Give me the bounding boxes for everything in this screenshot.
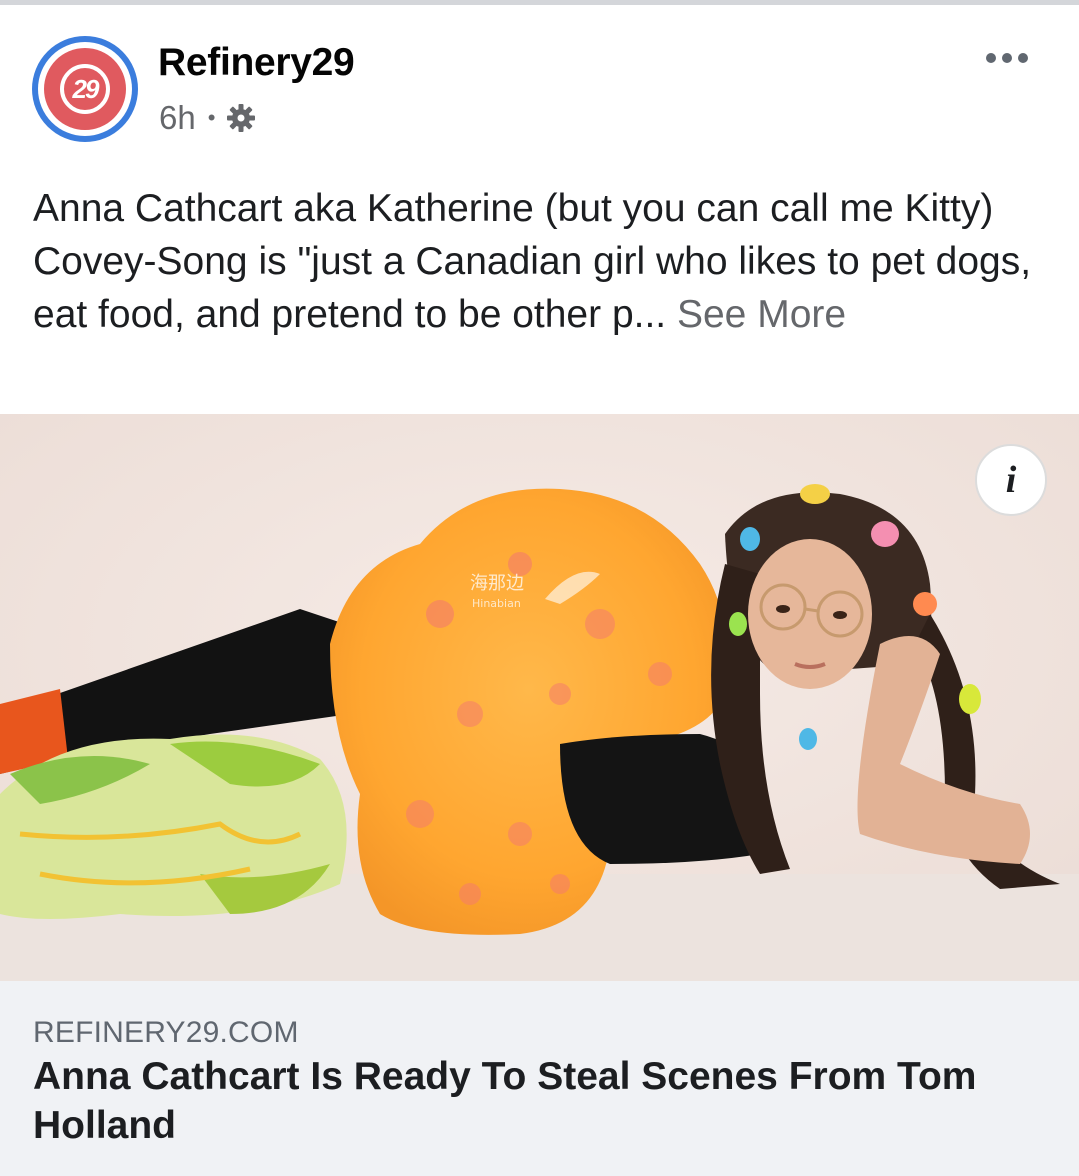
avatar-core: 29 — [44, 48, 126, 130]
post-caption: Anna Cathcart aka Katherine (but you can… — [33, 182, 1043, 341]
more-dot — [1018, 53, 1028, 63]
avatar-logo-text: 29 — [60, 64, 110, 114]
post-timestamp[interactable]: 6h — [159, 99, 196, 137]
post-meta: 6h • — [159, 99, 257, 137]
see-more-link[interactable]: See More — [677, 293, 846, 336]
post-header: 29 Refinery29 6h • — [0, 5, 1079, 145]
link-domain: REFINERY29.COM — [33, 1016, 299, 1049]
page-avatar[interactable]: 29 — [32, 36, 138, 142]
caption-text: Anna Cathcart aka Katherine (but you can… — [33, 187, 1032, 336]
avatar-ring: 29 — [38, 42, 132, 136]
more-dot — [1002, 53, 1012, 63]
post-photo[interactable]: 海那边 Hinabian — [0, 414, 1079, 981]
more-dot — [986, 53, 996, 63]
more-options-icon[interactable] — [986, 53, 1028, 63]
meta-separator: • — [207, 105, 216, 130]
info-icon[interactable]: i — [975, 444, 1047, 516]
link-headline[interactable]: Anna Cathcart Is Ready To Steal Scenes F… — [33, 1052, 1043, 1150]
page-name-link[interactable]: Refinery29 — [158, 41, 355, 85]
watermark-text: 海那边 — [470, 573, 524, 594]
gear-icon — [225, 102, 257, 134]
watermark-subtext: Hinabian — [472, 597, 521, 610]
